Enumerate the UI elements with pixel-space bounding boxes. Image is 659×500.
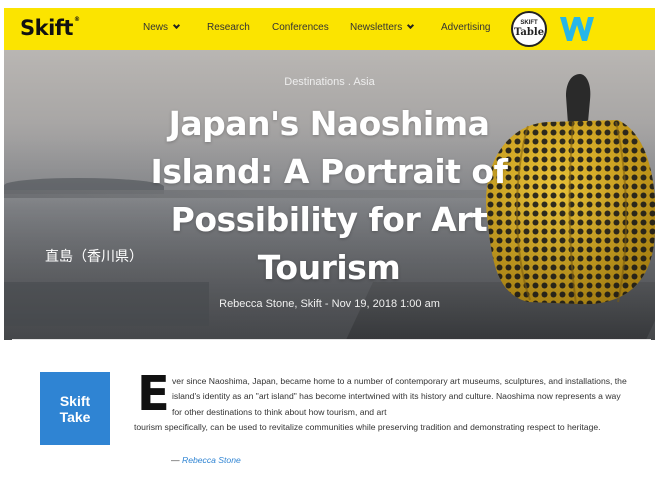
nav-item-label: Research: [207, 22, 250, 33]
place-caption: 直島（香川県）: [45, 249, 143, 265]
hero-image: Destinations . Asia Japan's Naoshima Isl…: [4, 50, 655, 340]
table-badge-top: SKIFT: [520, 20, 538, 26]
nav-item-label: Conferences: [272, 22, 329, 33]
logo-text: Skift: [20, 16, 73, 40]
skift-take-badge: Skift Take: [40, 372, 110, 445]
place-caption-backdrop: [4, 282, 209, 326]
article-title: Japan's Naoshima Island: A Portrait of P…: [150, 104, 508, 287]
take-paragraph-top: ver since Naoshima, Japan, became home t…: [172, 376, 627, 417]
skift-table-badge[interactable]: SKIFT Table: [511, 11, 547, 47]
nav-item-news[interactable]: News: [143, 21, 181, 33]
nav-item-research[interactable]: Research: [207, 22, 250, 33]
logo-registered-mark: ®: [73, 16, 80, 23]
take-badge-line2: Take: [59, 408, 91, 425]
table-badge-bottom: Table: [513, 27, 545, 38]
author-dash: —: [171, 455, 182, 465]
w-logo-icon[interactable]: [557, 11, 597, 47]
chevron-down-icon: [407, 21, 415, 30]
top-nav: Skift® News Research Conferences Newslet…: [4, 8, 655, 50]
take-badge-line1: Skift: [59, 392, 91, 409]
drop-cap: E: [137, 366, 170, 422]
nav-item-label: Newsletters: [350, 22, 403, 33]
take-author: — Rebecca Stone: [171, 455, 241, 465]
nav-item-advertising[interactable]: Advertising: [441, 22, 490, 33]
nav-item-conferences[interactable]: Conferences: [272, 22, 329, 33]
chevron-down-icon: [172, 21, 181, 30]
skift-logo[interactable]: Skift®: [20, 16, 80, 40]
take-paragraph-bottom: tourism specifically, can be used to rev…: [134, 422, 601, 432]
nav-item-label: Advertising: [441, 22, 491, 33]
article-category[interactable]: Destinations . Asia: [4, 76, 655, 88]
nav-item-newsletters[interactable]: Newsletters: [350, 21, 415, 33]
author-link[interactable]: Rebecca Stone: [182, 455, 241, 465]
nav-item-label: News: [143, 22, 169, 33]
